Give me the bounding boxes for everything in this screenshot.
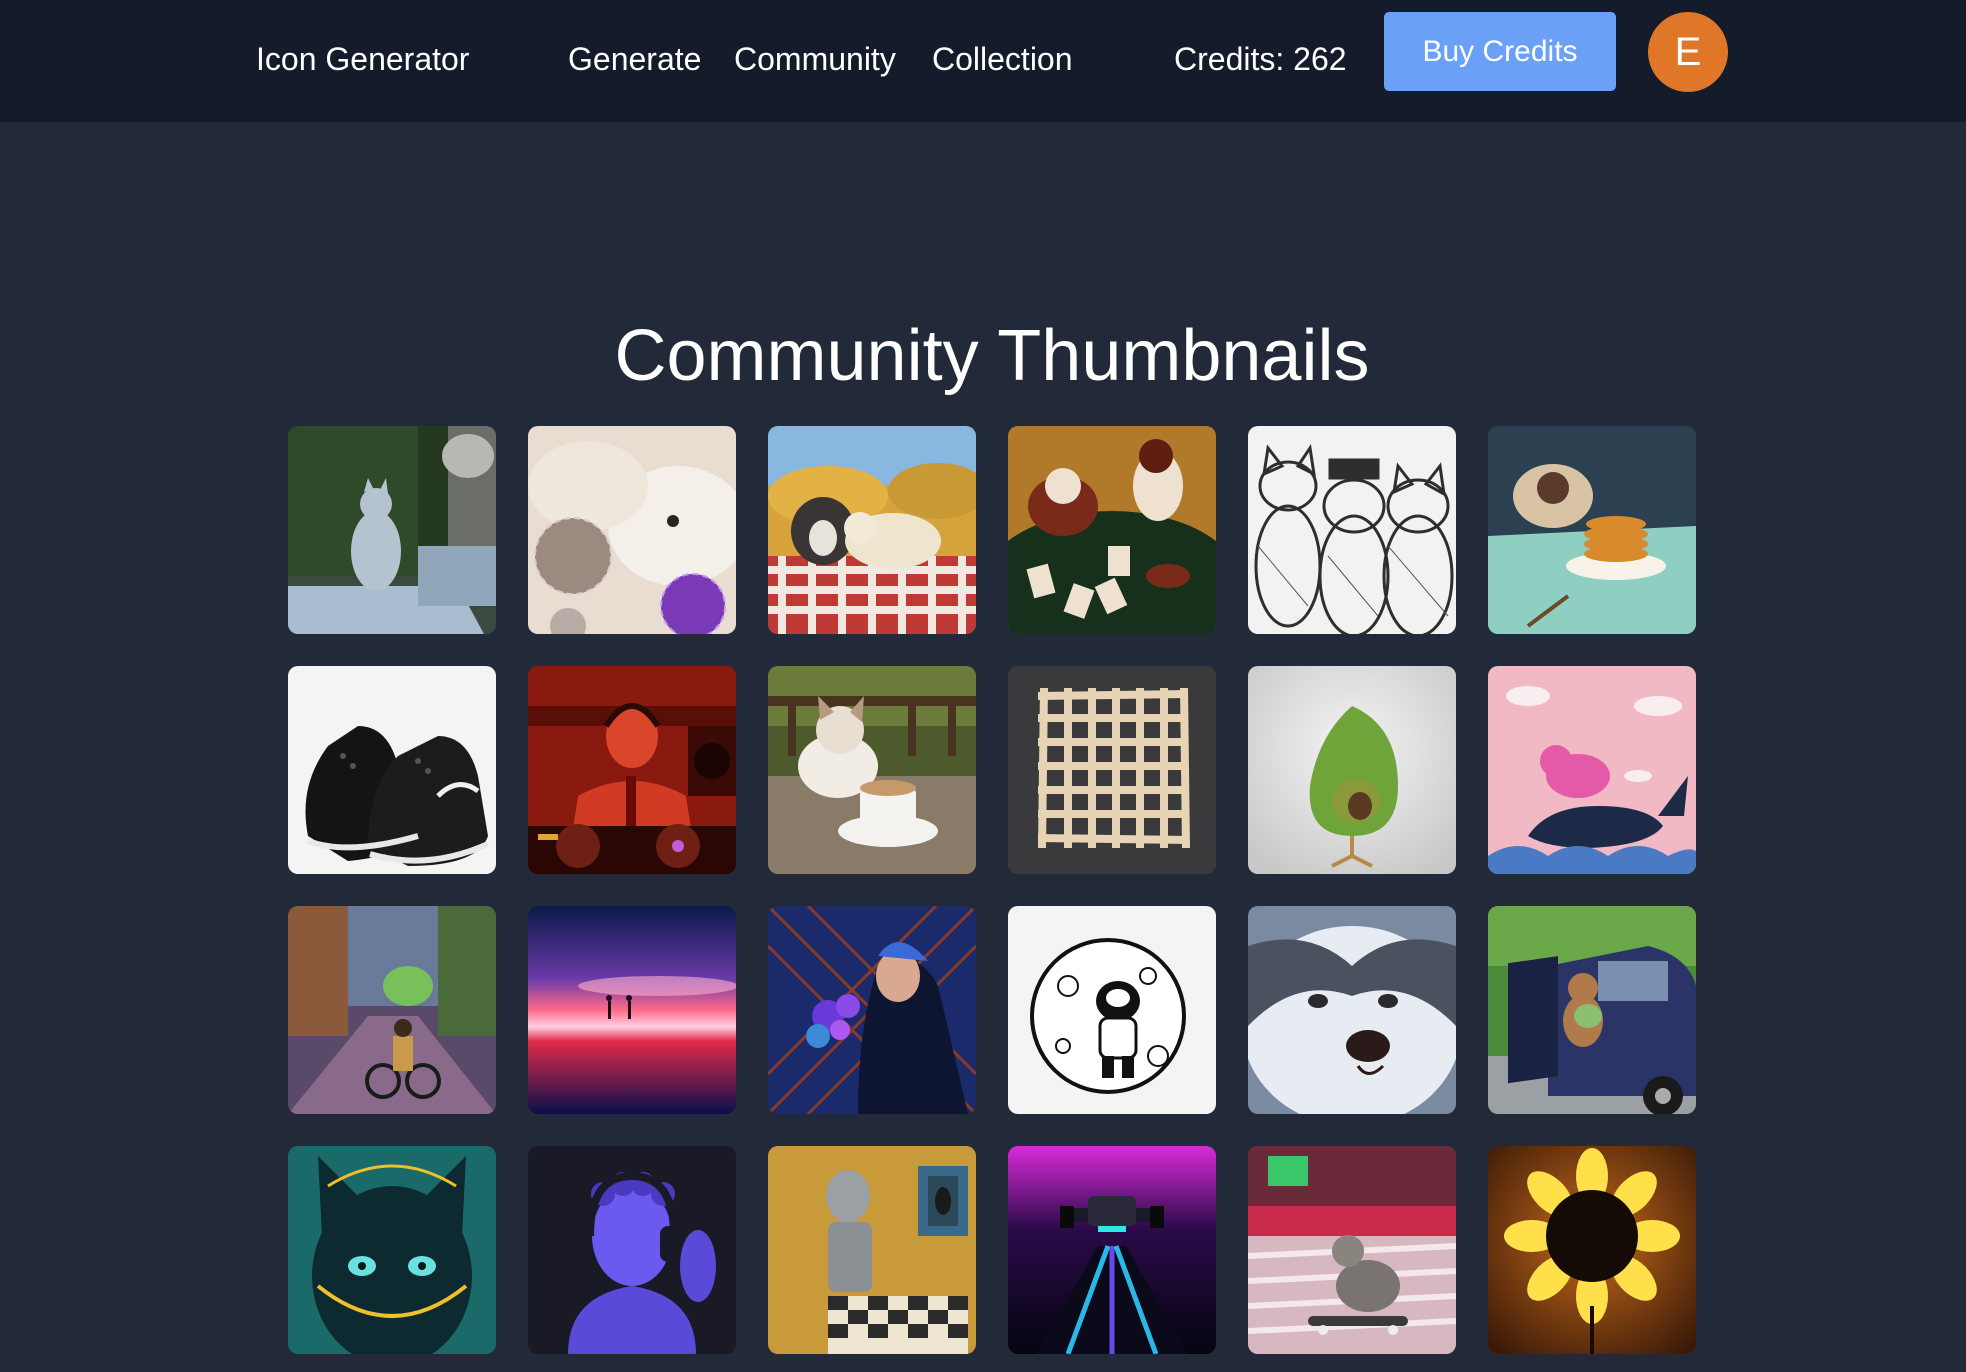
thumbnail[interactable] <box>1488 426 1696 634</box>
thumbnail[interactable] <box>768 1146 976 1354</box>
credits-counter: Credits: 262 <box>1174 41 1347 77</box>
race-car-icon <box>1008 1146 1216 1354</box>
cat-skateboard-icon <box>1248 1146 1456 1354</box>
husky-icon <box>1248 906 1456 1114</box>
cat-pancakes-icon <box>1488 426 1696 634</box>
thumbnail[interactable] <box>528 1146 736 1354</box>
cat-disco-balls-icon <box>528 426 736 634</box>
thumbnail[interactable] <box>1248 426 1456 634</box>
thumbnail[interactable] <box>528 906 736 1114</box>
sunset-reflection-icon <box>528 906 736 1114</box>
thumbnail[interactable] <box>1488 1146 1696 1354</box>
thumbnail[interactable] <box>288 426 496 634</box>
thumbnail[interactable] <box>1488 666 1696 874</box>
dj-statue-icon <box>528 666 736 874</box>
woven-lattice-icon <box>1008 666 1216 874</box>
thumbnail-grid <box>288 426 1698 1354</box>
thumbnail[interactable] <box>1008 426 1216 634</box>
teddy-bear-car-icon <box>1488 906 1696 1114</box>
sunflower-icon <box>1488 1146 1696 1354</box>
neon-cat-icon <box>288 1146 496 1354</box>
thumbnail[interactable] <box>1008 1146 1216 1354</box>
thumbnail[interactable] <box>768 906 976 1114</box>
nav-link-community[interactable]: Community <box>734 37 896 81</box>
sneakers-icon <box>288 666 496 874</box>
dogs-picnic-icon <box>768 426 976 634</box>
thumbnail[interactable] <box>1008 906 1216 1114</box>
thumbnail[interactable] <box>768 666 976 874</box>
thumbnail[interactable] <box>528 666 736 874</box>
thumbnail[interactable] <box>1488 906 1696 1114</box>
cat-coffee-icon <box>768 666 976 874</box>
thumbnail[interactable] <box>1008 666 1216 874</box>
thumbnail[interactable] <box>288 906 496 1114</box>
thumbnail[interactable] <box>1248 906 1456 1114</box>
astronaut-moon-icon <box>1008 906 1216 1114</box>
man-with-flowers-icon <box>768 906 976 1114</box>
cat-statue-icon <box>288 426 496 634</box>
thumbnail[interactable] <box>288 1146 496 1354</box>
thumbnail[interactable] <box>1248 666 1456 874</box>
statue-headphones-icon <box>528 1146 736 1354</box>
page-title: Community Thumbnails <box>614 316 1370 396</box>
top-navbar: Icon Generator Generate Community Collec… <box>0 0 1966 122</box>
nav-link-collection[interactable]: Collection <box>932 37 1073 81</box>
thumbnail[interactable] <box>1248 1146 1456 1354</box>
thumbnail[interactable] <box>288 666 496 874</box>
cyclist-city-icon <box>288 906 496 1114</box>
avocado-chair-icon <box>1248 666 1456 874</box>
sketched-cats-icon <box>1248 426 1456 634</box>
nav-link-generate[interactable]: Generate <box>568 37 701 81</box>
robot-chess-icon <box>768 1146 976 1354</box>
thumbnail[interactable] <box>528 426 736 634</box>
thumbnail[interactable] <box>768 426 976 634</box>
cat-riding-whale-icon <box>1488 666 1696 874</box>
avatar[interactable]: E <box>1648 12 1728 92</box>
buy-credits-button[interactable]: Buy Credits <box>1384 12 1616 91</box>
brand-link[interactable]: Icon Generator <box>256 37 469 81</box>
animals-playing-cards-icon <box>1008 426 1216 634</box>
